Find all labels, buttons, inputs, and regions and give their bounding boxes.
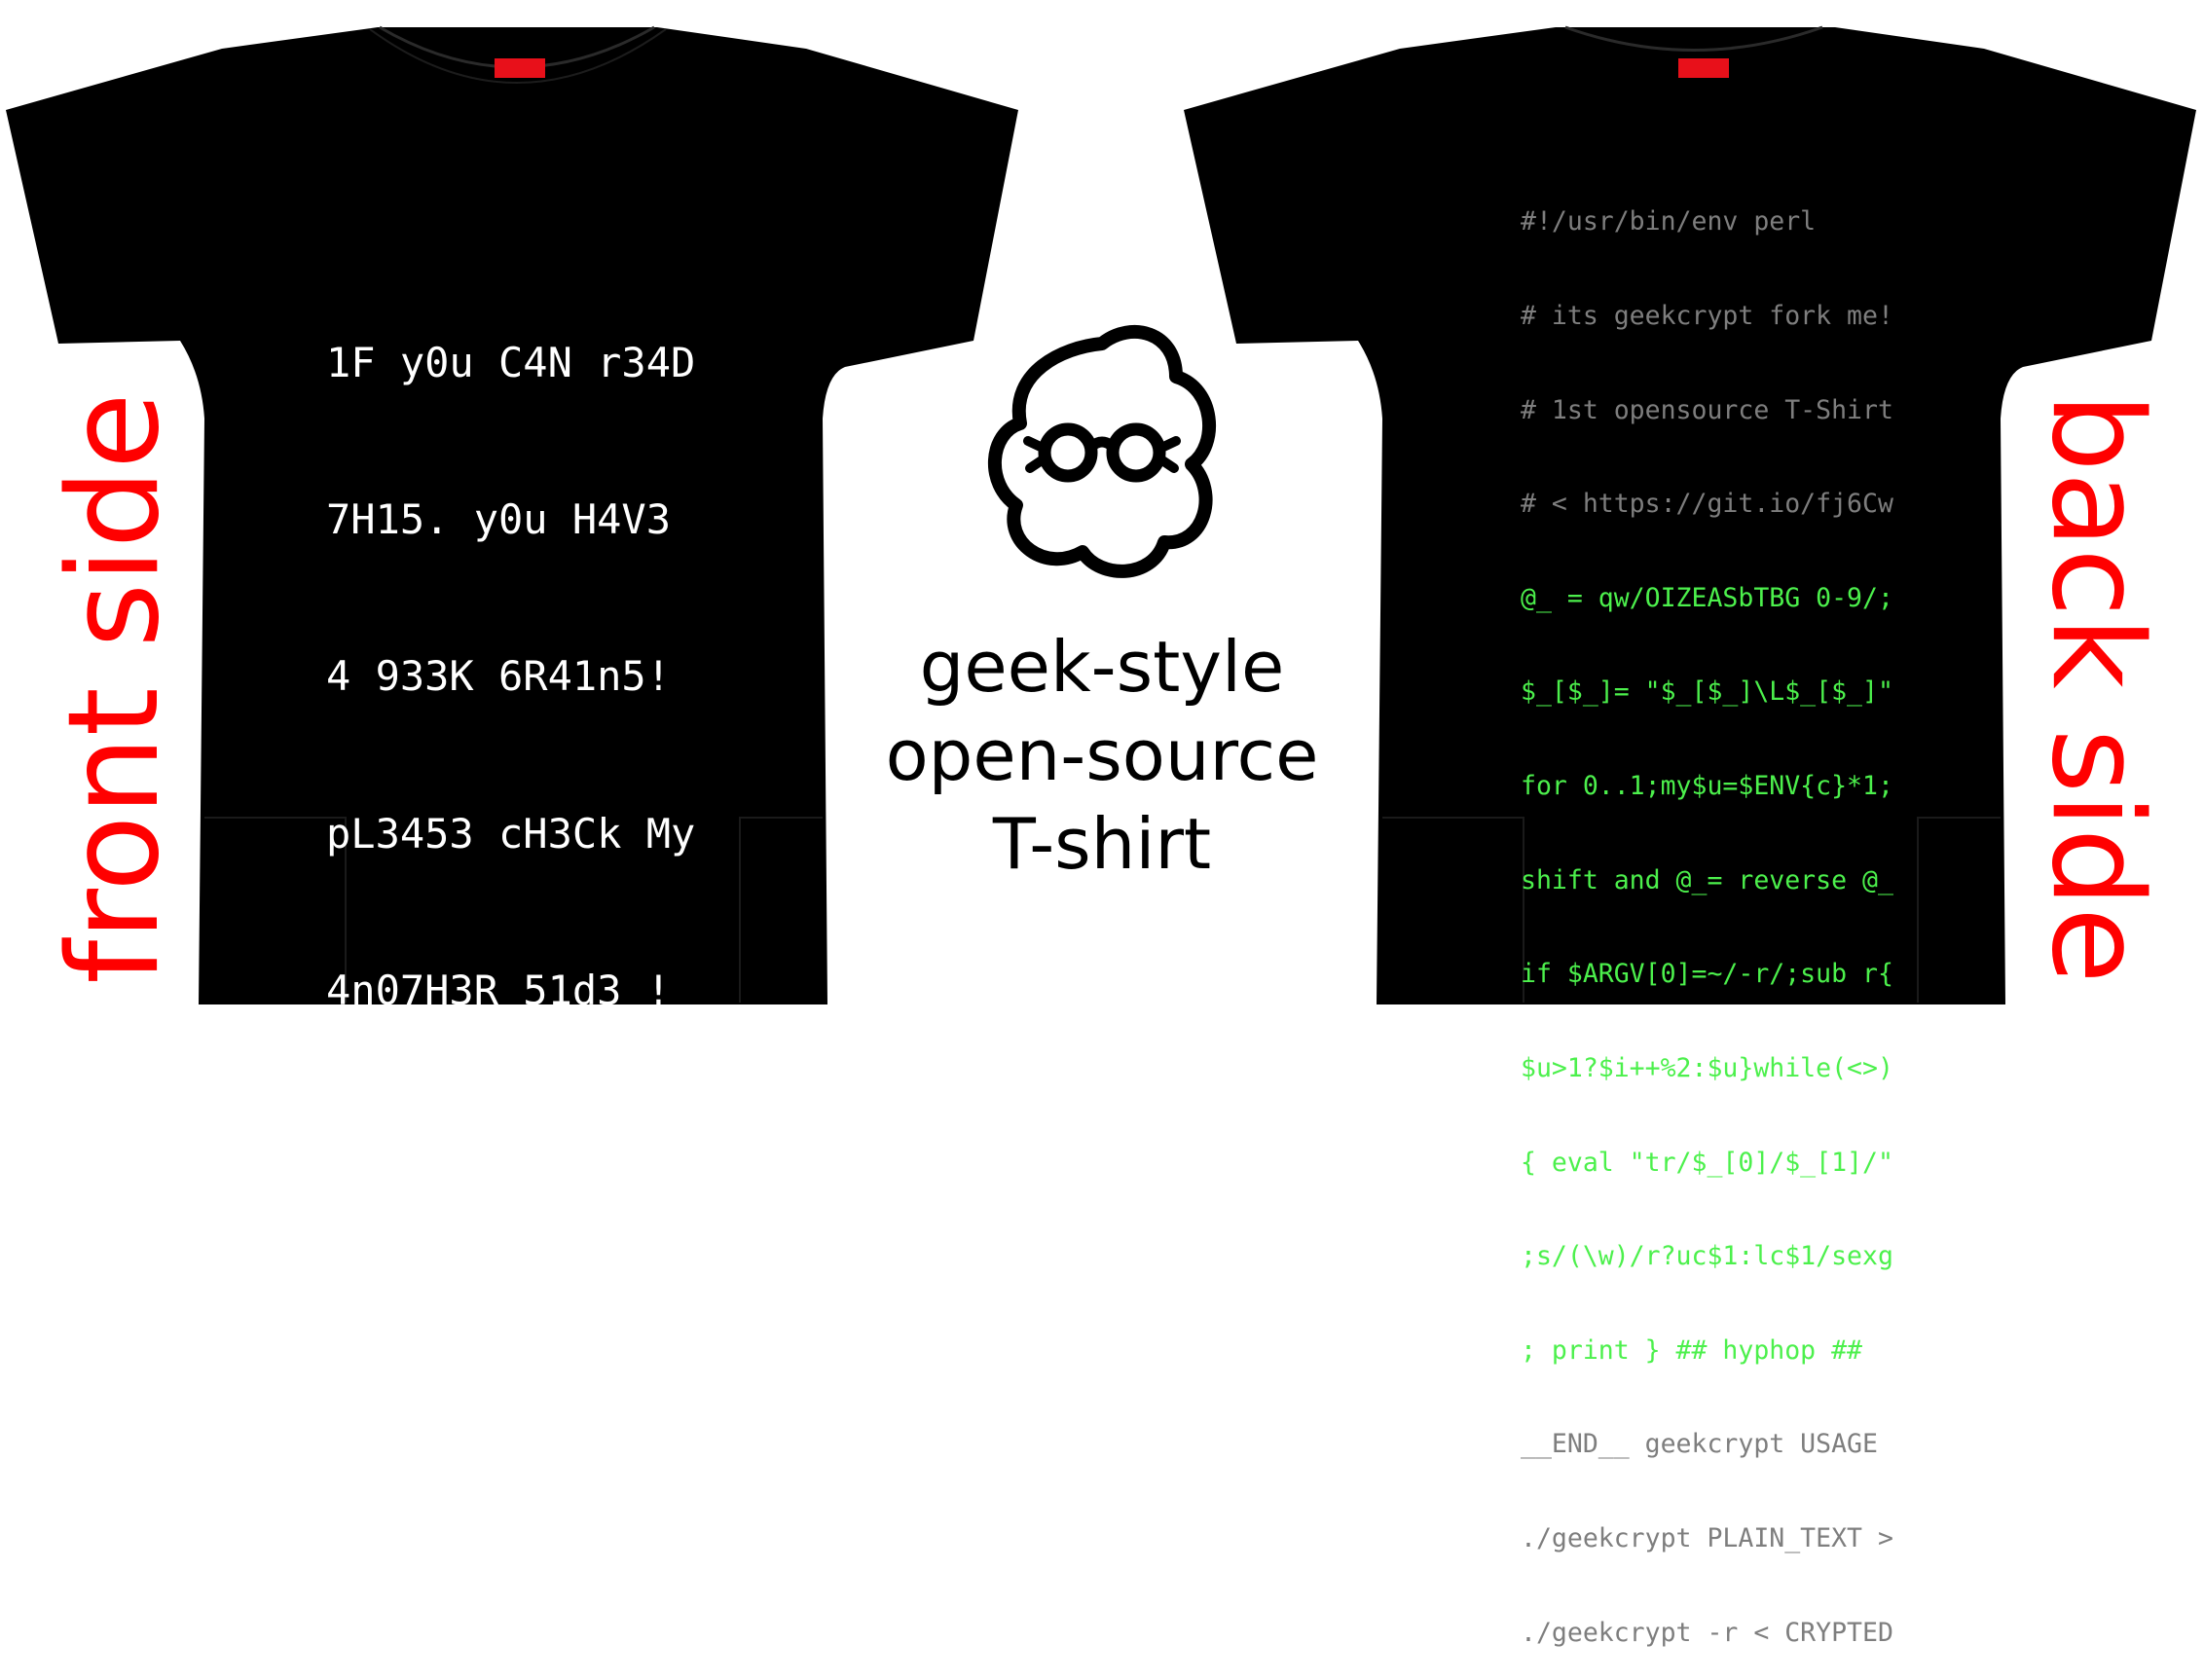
brand-tag: [495, 58, 545, 78]
back-perl-code: #!/usr/bin/env perl # its geekcrypt fork…: [1521, 144, 1893, 1680]
code-line: if $ARGV[0]=~/-r/;sub r{: [1521, 959, 1893, 990]
front-line: pL3453 cH3Ck My: [326, 809, 696, 858]
back-side-label: back side: [2024, 392, 2169, 984]
code-line: ;s/(\w)/r?uc$1:lc$1/sexg: [1521, 1241, 1893, 1272]
front-leet-text: 1F y0u C4N r34D 7H15. y0u H4V3 4 933K 6R…: [326, 232, 695, 1541]
code-line: # 1st opensource T-Shirt: [1521, 394, 1893, 425]
front-line: 4n07H3R 51d3 !: [326, 967, 672, 1015]
front-line: 7-5h1r7 c0d3 ;): [326, 1438, 696, 1486]
code-line: for 0..1;my$u=$ENV{c}*1;: [1521, 771, 1893, 802]
caption-line-1: geek-style: [919, 626, 1285, 708]
code-line: ; print } ## hyphop ##: [1521, 1334, 1862, 1366]
code-line: { eval "tr/$_[0]/$_[1]/": [1521, 1147, 1893, 1178]
code-line: shift and @_= reverse @_: [1521, 864, 1893, 895]
caption-line-2: open-source: [885, 714, 1319, 796]
code-line: @_ = qw/OIZEASbTBG 0-9/;: [1521, 582, 1893, 613]
front-line: 1F y0u C4N r34D: [326, 338, 696, 386]
code-line: $u>1?$i++%2:$u}while(<>): [1521, 1052, 1893, 1083]
geek-glasses-cloud-icon: [988, 324, 1217, 578]
front-side-label: front side: [42, 392, 187, 984]
front-line: 7H15. y0u H4V3: [326, 494, 672, 543]
caption-line-3: T-shirt: [992, 803, 1212, 885]
code-line: $_[$_]= "$_[$_]\L$_[$_]": [1521, 676, 1893, 708]
code-line: __END__ geekcrypt USAGE: [1521, 1429, 1878, 1460]
front-line: 7H15 15 460U7: [326, 1123, 646, 1172]
front-line: 4 933K 6R41n5!: [326, 652, 672, 701]
tshirt-caption: geek-style open-source T-shirt: [886, 623, 1319, 889]
code-line: ./geekcrypt -r < CRYPTED: [1521, 1617, 1893, 1648]
code-line: # its geekcrypt fork me!: [1521, 301, 1893, 332]
code-line: #!/usr/bin/env perl: [1521, 206, 1817, 237]
code-line: # < https://git.io/fj6Cw: [1521, 489, 1893, 520]
front-line: 0uR 0P3N50uRc3: [326, 1280, 672, 1329]
code-line: ./geekcrypt PLAIN_TEXT >: [1521, 1522, 1893, 1553]
brand-tag: [1678, 58, 1729, 78]
